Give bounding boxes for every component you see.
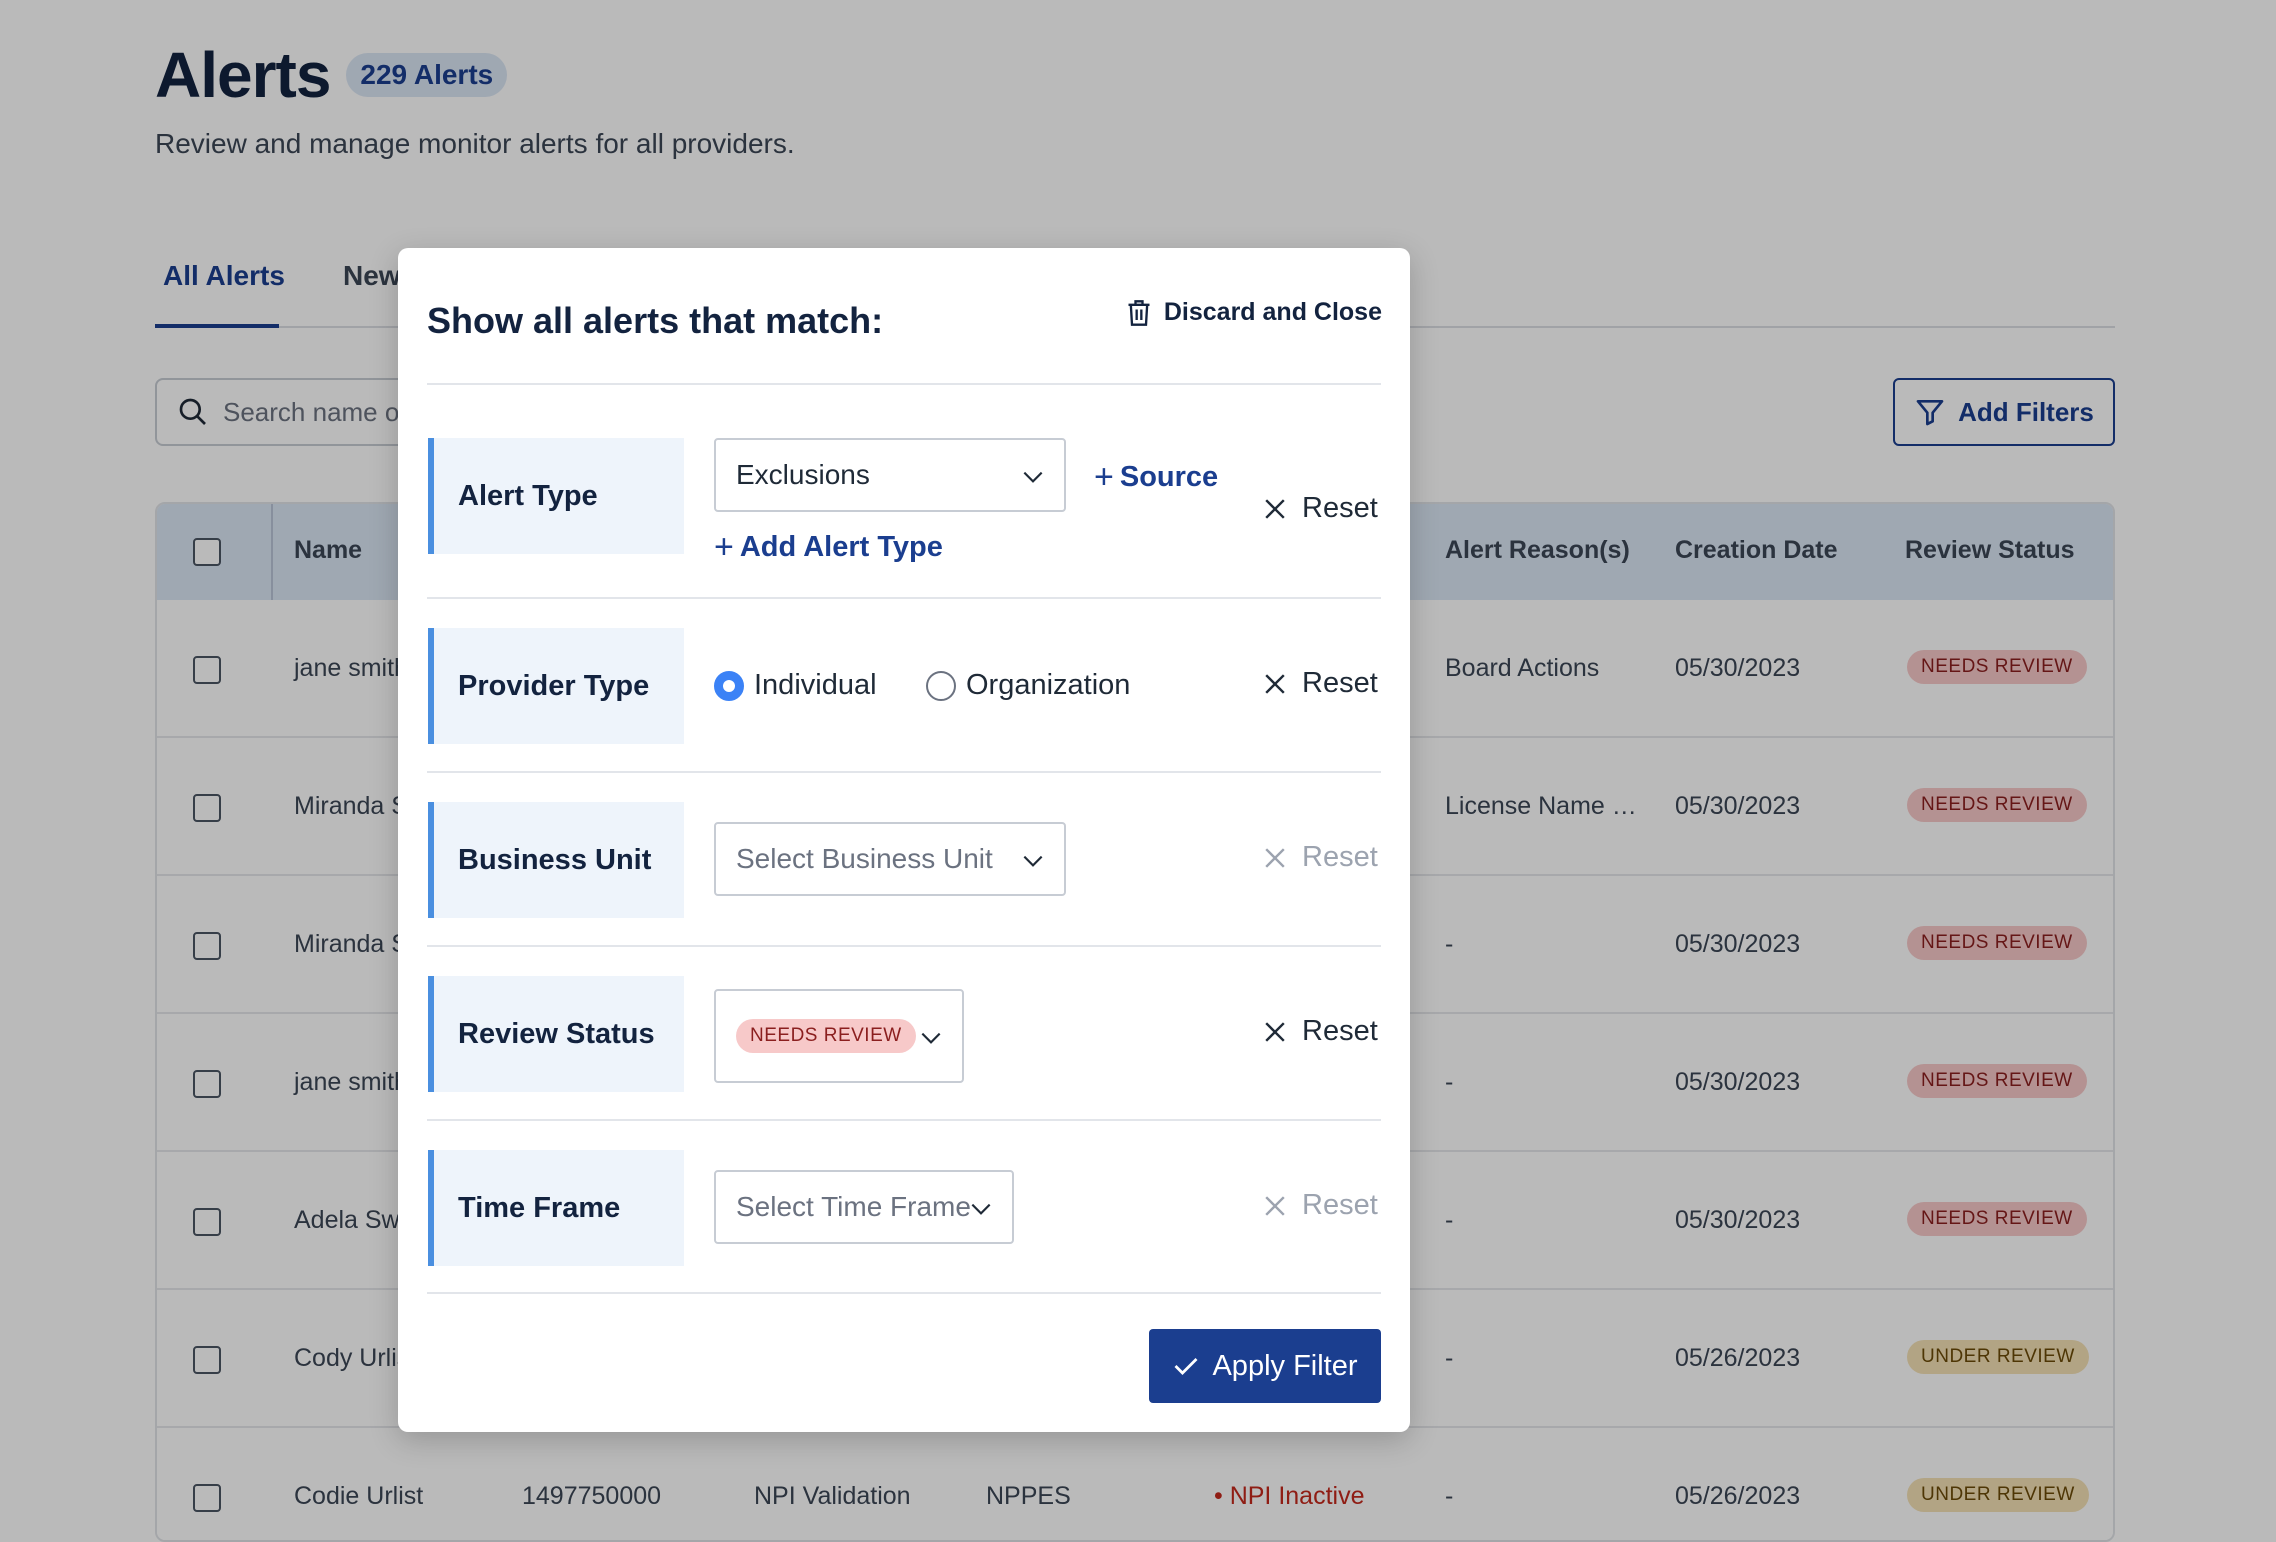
close-icon	[1265, 847, 1285, 868]
time-frame-placeholder: Select Time Frame	[736, 1191, 971, 1222]
divider	[427, 945, 1381, 947]
discard-and-close-button[interactable]: Discard and Close	[1126, 298, 1382, 327]
reset-label: Reset	[1302, 841, 1378, 873]
close-icon	[1265, 673, 1285, 694]
divider	[427, 1119, 1381, 1121]
checkmark-icon	[1174, 1358, 1198, 1375]
radio-unchecked-icon	[926, 670, 956, 701]
divider	[427, 771, 1381, 773]
close-icon	[1265, 1021, 1285, 1042]
needs-review-chip: NEEDS REVIEW	[736, 1019, 916, 1053]
plus-icon: +	[714, 528, 734, 566]
divider	[427, 597, 1381, 599]
review-status-reset-button[interactable]: Reset	[1264, 1015, 1378, 1048]
add-source-label: Source	[1119, 460, 1219, 493]
trash-icon	[1128, 299, 1150, 326]
review-status-label: Review Status	[428, 976, 684, 1092]
radio-individual-label: Individual	[754, 669, 877, 701]
reset-label: Reset	[1302, 1189, 1378, 1221]
time-frame-select[interactable]: Select Time Frame	[714, 1170, 1014, 1244]
add-alert-type-label: Add Alert Type	[739, 530, 943, 563]
add-source-link[interactable]: + Source	[1094, 460, 1218, 494]
modal-title: Show all alerts that match:	[427, 300, 884, 341]
chevron-down-icon	[1023, 471, 1043, 483]
review-status-select[interactable]: NEEDS REVIEW	[714, 989, 964, 1083]
business-unit-select[interactable]: Select Business Unit	[714, 822, 1066, 896]
radio-individual[interactable]: Individual	[714, 669, 877, 702]
apply-filter-label: Apply Filter	[1212, 1349, 1358, 1382]
apply-filter-button[interactable]: Apply Filter	[1149, 1329, 1381, 1403]
add-alert-type-link[interactable]: + Add Alert Type	[714, 530, 943, 564]
close-icon	[1265, 498, 1285, 519]
radio-organization[interactable]: Organization	[926, 669, 1130, 702]
alert-type-label: Alert Type	[428, 438, 684, 554]
reset-label: Reset	[1302, 492, 1378, 524]
business-unit-label: Business Unit	[428, 802, 684, 918]
chevron-down-icon	[971, 1203, 991, 1215]
chevron-down-icon	[1023, 855, 1043, 867]
discard-label: Discard and Close	[1163, 298, 1382, 326]
time-frame-reset-button[interactable]: Reset	[1264, 1189, 1378, 1222]
time-frame-label: Time Frame	[428, 1150, 684, 1266]
alert-type-select[interactable]: Exclusions	[714, 438, 1066, 512]
radio-organization-label: Organization	[966, 669, 1131, 701]
business-unit-placeholder: Select Business Unit	[736, 843, 993, 874]
reset-label: Reset	[1302, 667, 1378, 699]
divider	[427, 1292, 1381, 1294]
alert-type-value: Exclusions	[736, 459, 870, 490]
business-unit-reset-button[interactable]: Reset	[1264, 841, 1378, 874]
chevron-down-icon	[921, 1032, 941, 1044]
divider	[427, 383, 1381, 385]
radio-checked-icon	[714, 670, 744, 701]
plus-icon: +	[1094, 458, 1114, 496]
provider-type-label: Provider Type	[428, 628, 684, 744]
reset-label: Reset	[1302, 1015, 1378, 1047]
provider-type-reset-button[interactable]: Reset	[1264, 667, 1378, 700]
alert-type-reset-button[interactable]: Reset	[1264, 492, 1378, 525]
filter-modal: Show all alerts that match: Discard and …	[398, 248, 1410, 1432]
close-icon	[1265, 1195, 1285, 1216]
